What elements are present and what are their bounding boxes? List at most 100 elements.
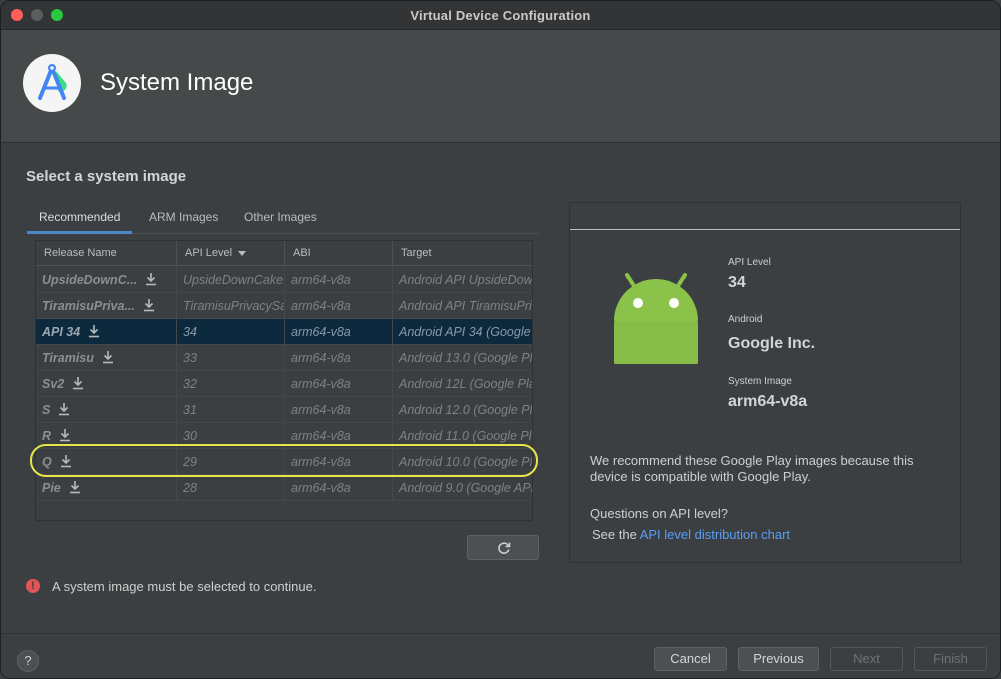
column-label: API Level <box>185 247 233 259</box>
column-header-target[interactable]: Target <box>393 241 532 266</box>
error-icon: ! <box>26 579 40 593</box>
api-level-cell-text: 31 <box>183 403 197 417</box>
table-row[interactable]: TiramisuPriva... TiramisuPrivacySandbox ar… <box>36 293 532 319</box>
abi-cell: arm64-v8a <box>285 371 393 397</box>
api-level-cell-text: TiramisuPrivacySandbox <box>183 299 284 313</box>
download-icon[interactable] <box>143 298 155 312</box>
column-header-abi[interactable]: ABI <box>285 241 393 266</box>
table-row[interactable]: UpsideDownC... UpsideDownCake arm64-v8a And… <box>36 267 532 293</box>
refresh-icon <box>498 542 511 554</box>
target-cell-text: Android 12.0 (Google Play) <box>399 403 533 417</box>
title-bar: Virtual Device Configuration <box>1 1 1000 30</box>
download-icon[interactable] <box>72 376 84 390</box>
target-cell-text: Android 9.0 (Google APIs) <box>399 481 533 495</box>
system-image-value: arm64-v8a <box>728 393 808 410</box>
tab-arm-images[interactable]: ARM Images <box>137 204 230 234</box>
target-cell-text: Android API UpsideDownCake <box>399 273 533 287</box>
release-name-cell: S <box>36 397 177 423</box>
api-level-cell: 28 <box>177 475 285 501</box>
dialog-footer: ? Cancel Previous Next Finish <box>1 633 1000 678</box>
table-row[interactable]: API 34 34 arm64-v8a Android API 34 (Google … <box>36 319 532 345</box>
api-level-cell: 32 <box>177 371 285 397</box>
column-label: Target <box>401 247 432 259</box>
target-cell: Android API 34 (Google Play) <box>393 319 532 345</box>
table-header: Release Name API Level ABI Target <box>36 241 532 266</box>
download-icon[interactable] <box>58 402 70 416</box>
abi-cell: arm64-v8a <box>285 293 393 319</box>
api-level-cell-text: 34 <box>183 325 197 339</box>
system-image-label: System Image <box>728 376 792 387</box>
api-question-text: Questions on API level? <box>590 506 729 521</box>
abi-cell: arm64-v8a <box>285 397 393 423</box>
column-header-api-level[interactable]: API Level <box>177 241 285 266</box>
download-icon[interactable] <box>102 350 114 364</box>
abi-cell-text: arm64-v8a <box>291 273 351 287</box>
api-level-cell-text: UpsideDownCake <box>183 273 284 287</box>
column-label: Release Name <box>44 247 117 259</box>
window-title: Virtual Device Configuration <box>410 8 591 23</box>
panel-header <box>570 203 960 230</box>
finish-button[interactable]: Finish <box>914 647 987 671</box>
system-image-table: Release Name API Level ABI Target Upside… <box>35 240 533 521</box>
see-the-line: See the API level distribution chart <box>592 527 952 543</box>
abi-cell-text: arm64-v8a <box>291 481 351 495</box>
target-cell: Android 9.0 (Google APIs) <box>393 475 533 501</box>
release-name-cell-text: Sv2 <box>42 377 65 391</box>
abi-cell: arm64-v8a <box>285 319 393 345</box>
target-cell: Android 12L (Google Play) <box>393 371 532 397</box>
api-level-distribution-link[interactable]: API level distribution chart <box>640 527 790 542</box>
vendor-label: Android <box>728 314 763 325</box>
error-message: A system image must be selected to conti… <box>52 579 317 594</box>
previous-button[interactable]: Previous <box>738 647 819 671</box>
column-header-release-name[interactable]: Release Name <box>36 241 177 266</box>
vendor-value: Google Inc. <box>728 335 816 352</box>
highlight-annotation <box>30 444 538 477</box>
download-icon[interactable] <box>69 480 81 494</box>
recommendation-text: We recommend these Google Play images be… <box>590 453 914 484</box>
api-level-label: API Level <box>728 257 771 268</box>
target-cell-text: Android 13.0 (Google Play) <box>399 351 533 365</box>
tab-recommended[interactable]: Recommended <box>27 204 133 234</box>
api-level-cell: 34 <box>177 319 285 345</box>
api-level-value: 34 <box>728 274 746 291</box>
android-studio-icon <box>23 54 81 112</box>
table-row[interactable]: Tiramisu 33 arm64-v8a Android 13.0 (Google … <box>36 345 532 371</box>
target-cell: Android 13.0 (Google Play) <box>393 345 533 371</box>
refresh-button[interactable] <box>467 535 539 560</box>
image-details-panel: API Level 34 Android Google Inc. System … <box>569 202 961 563</box>
table-row[interactable]: Pie 28 arm64-v8a Android 9.0 (Google APIs) <box>36 475 532 501</box>
release-name-cell-text: S <box>42 403 51 417</box>
api-level-cell: TiramisuPrivacySandbox <box>177 293 285 319</box>
release-name-cell-text: Tiramisu <box>42 351 94 365</box>
download-icon[interactable] <box>59 428 71 442</box>
release-name-cell: Pie <box>36 475 177 501</box>
page-title: System Image <box>100 69 254 96</box>
table-row[interactable]: Sv2 32 arm64-v8a Android 12L (Google Play) <box>36 371 532 397</box>
abi-cell-text: arm64-v8a <box>291 325 351 339</box>
target-cell-text: Android API TiramisuPrivacySandbox <box>399 299 532 313</box>
api-level-cell-text: 30 <box>183 429 197 443</box>
abi-cell: arm64-v8a <box>285 345 393 371</box>
target-cell-text: Android 11.0 (Google Play) <box>399 429 532 443</box>
abi-cell-text: arm64-v8a <box>291 403 351 417</box>
tab-other-images[interactable]: Other Images <box>232 204 329 234</box>
download-icon[interactable] <box>88 324 100 338</box>
cancel-button[interactable]: Cancel <box>654 647 727 671</box>
table-row[interactable]: S 31 arm64-v8a Android 12.0 (Google Play) <box>36 397 532 423</box>
release-name-cell: TiramisuPriva... <box>36 293 177 319</box>
sort-descending-icon <box>238 250 247 256</box>
abi-cell-text: arm64-v8a <box>291 351 351 365</box>
abi-cell-text: arm64-v8a <box>291 429 351 443</box>
abi-cell-text: arm64-v8a <box>291 377 351 391</box>
api-level-cell-text: 33 <box>183 351 197 365</box>
next-button[interactable]: Next <box>830 647 903 671</box>
target-cell-text: Android API 34 (Google Play) <box>399 325 532 339</box>
release-name-cell-text: Pie <box>42 481 61 495</box>
android-robot-icon <box>610 271 702 376</box>
help-button[interactable]: ? <box>17 650 39 672</box>
column-label: ABI <box>293 247 311 259</box>
api-level-cell-text: 32 <box>183 377 197 391</box>
release-name-cell: API 34 <box>36 319 177 345</box>
download-icon[interactable] <box>145 272 157 286</box>
abi-cell-text: arm64-v8a <box>291 299 351 313</box>
